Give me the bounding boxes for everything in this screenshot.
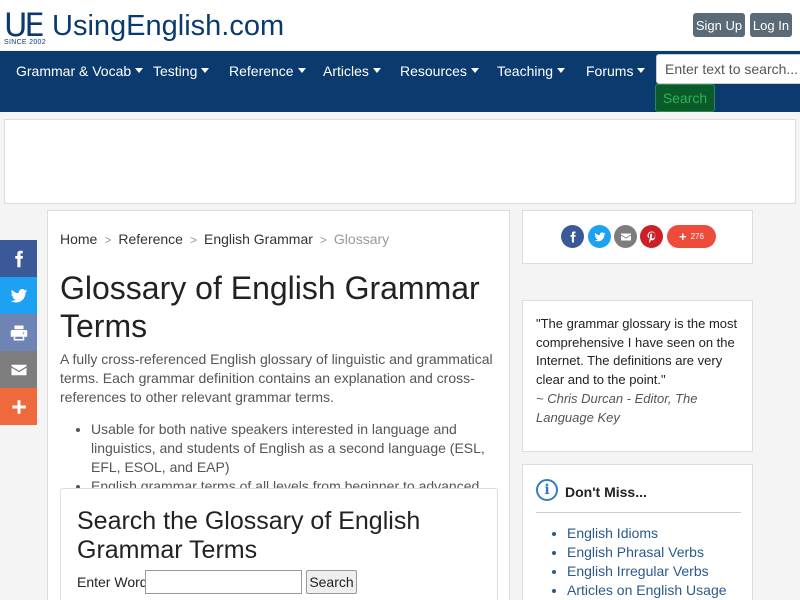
- nav-resources[interactable]: Resources: [400, 61, 479, 81]
- nav-forums[interactable]: Forums: [586, 61, 646, 81]
- social-facebook[interactable]: [561, 225, 584, 248]
- caret-down-icon: [297, 67, 306, 73]
- social-pinterest[interactable]: [640, 225, 663, 248]
- list-item: Usable for both native speakers interest…: [91, 420, 506, 477]
- share-facebook[interactable]: [0, 240, 37, 277]
- dont-miss-title: Don't Miss...: [565, 484, 647, 500]
- dont-miss-list: English Idioms English Phrasal Verbs Eng…: [567, 524, 727, 600]
- share-count: 276: [690, 232, 704, 241]
- logo-suffix: .com: [221, 10, 285, 42]
- share-count-button[interactable]: +276: [667, 225, 716, 248]
- testimonial-panel: "The grammar glossary is the most compre…: [522, 300, 753, 452]
- twitter-icon: [594, 231, 605, 241]
- plus-icon: +: [679, 229, 687, 244]
- glossary-search-input[interactable]: [145, 570, 302, 594]
- dont-miss-link-usage-articles[interactable]: Articles on English Usage: [567, 581, 727, 600]
- more-icon: [11, 399, 26, 414]
- nav-item-label: Forums: [586, 63, 634, 79]
- dont-miss-link-phrasal-verbs[interactable]: English Phrasal Verbs: [567, 543, 727, 562]
- main-nav: Grammar & Vocab Testing Reference Articl…: [0, 51, 800, 112]
- nav-teaching[interactable]: Teaching: [497, 61, 566, 81]
- twitter-icon: [10, 288, 27, 302]
- nav-item-label: Reference: [229, 63, 294, 79]
- logo-prefix: Using: [52, 10, 127, 42]
- glossary-search-label: Enter Word:: [77, 574, 152, 590]
- divider: [536, 512, 741, 513]
- breadcrumb: Home > Reference > English Grammar > Glossary: [60, 231, 389, 247]
- nav-grammar-vocab[interactable]: Grammar & Vocab: [16, 61, 144, 81]
- email-icon: [620, 233, 631, 240]
- social-twitter[interactable]: [588, 225, 611, 248]
- logo-mark: UE SINCE 2002: [4, 8, 50, 46]
- caret-down-icon: [135, 67, 144, 73]
- caret-down-icon: [372, 67, 381, 73]
- login-button[interactable]: Log In: [750, 13, 792, 37]
- info-icon: i: [536, 479, 558, 501]
- glossary-search-panel: Search the Glossary of English Grammar T…: [60, 488, 498, 600]
- dont-miss-link-irregular-verbs[interactable]: English Irregular Verbs: [567, 562, 727, 581]
- caret-down-icon: [637, 67, 646, 73]
- site-search-input[interactable]: [656, 54, 800, 84]
- caret-down-icon: [470, 67, 479, 73]
- nav-item-label: Articles: [323, 63, 369, 79]
- breadcrumb-separator: >: [189, 233, 197, 247]
- print-icon: [10, 325, 27, 340]
- breadcrumb-reference[interactable]: Reference: [118, 231, 183, 247]
- glossary-search-title: Search the Glossary of English Grammar T…: [77, 507, 421, 564]
- pinterest-icon: [647, 231, 655, 243]
- main-content: Home > Reference > English Grammar > Glossary …: [47, 210, 510, 600]
- logo-since: SINCE 2002: [4, 39, 46, 46]
- breadcrumb-separator: >: [104, 233, 112, 247]
- email-icon: [11, 364, 26, 375]
- social-share-panel: +276: [522, 210, 753, 264]
- site-search-button[interactable]: Search: [655, 84, 715, 112]
- logo-bold: English: [126, 10, 222, 42]
- facebook-icon: [570, 231, 576, 242]
- breadcrumb-separator: >: [319, 233, 327, 247]
- testimonial-author: ~ Chris Durcan - Editor, The Language Ke…: [536, 391, 698, 425]
- nav-reference[interactable]: Reference: [229, 61, 306, 81]
- feature-list: Usable for both native speakers interest…: [91, 420, 506, 496]
- share-print[interactable]: [0, 314, 37, 351]
- share-email[interactable]: [0, 351, 37, 388]
- nav-item-label: Grammar & Vocab: [16, 63, 132, 79]
- nav-articles[interactable]: Articles: [323, 61, 381, 81]
- dont-miss-panel: i Don't Miss... English Idioms English P…: [522, 464, 753, 600]
- social-email[interactable]: [614, 225, 637, 248]
- signup-button[interactable]: Sign Up: [693, 13, 745, 37]
- breadcrumb-current: Glossary: [333, 231, 390, 247]
- share-twitter[interactable]: [0, 277, 37, 314]
- site-header: UE SINCE 2002 UsingEnglish.com Sign Up L…: [0, 0, 800, 50]
- glossary-search-button[interactable]: Search: [306, 570, 357, 594]
- breadcrumb-english-grammar[interactable]: English Grammar: [204, 231, 313, 247]
- caret-down-icon: [557, 67, 566, 73]
- share-more[interactable]: [0, 388, 37, 425]
- nav-item-label: Teaching: [497, 63, 554, 79]
- breadcrumb-home[interactable]: Home: [60, 231, 97, 247]
- testimonial-quote: "The grammar glossary is the most compre…: [536, 316, 738, 387]
- nav-item-label: Resources: [400, 63, 467, 79]
- page-title: Glossary of English Grammar Terms: [60, 270, 480, 344]
- nav-testing[interactable]: Testing: [153, 61, 210, 81]
- page-intro: A fully cross-referenced English glossar…: [60, 351, 493, 405]
- site-logo[interactable]: UE SINCE 2002 UsingEnglish.com: [4, 8, 284, 46]
- facebook-icon: [14, 250, 23, 267]
- nav-item-label: Testing: [153, 63, 198, 79]
- caret-down-icon: [201, 67, 210, 73]
- logo-wordmark: UsingEnglish.com: [52, 8, 284, 44]
- dont-miss-link-idioms[interactable]: English Idioms: [567, 524, 727, 543]
- ad-banner: [4, 119, 796, 204]
